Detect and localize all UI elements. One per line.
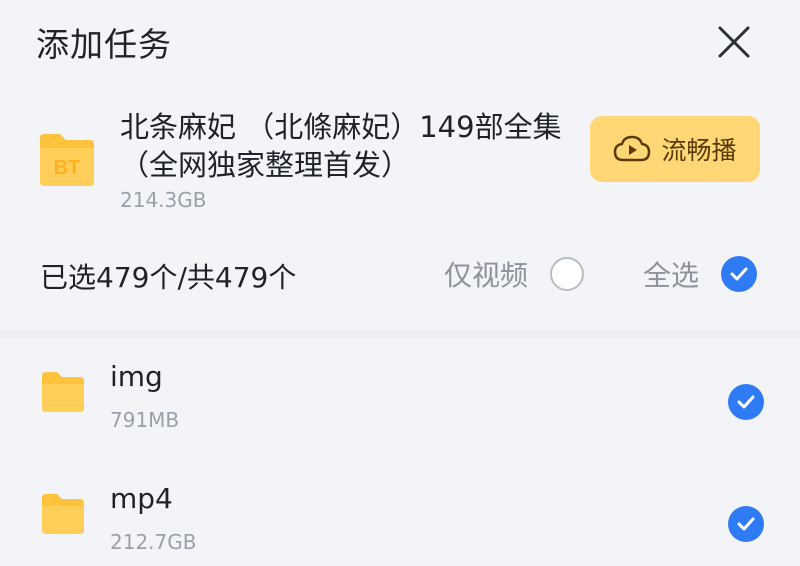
smooth-play-label: 流畅播 [661, 136, 737, 165]
checkmark-icon [730, 267, 748, 281]
file-checkbox[interactable] [728, 384, 764, 420]
file-size: 791MB [110, 408, 180, 432]
folder-icon [40, 490, 86, 536]
checkmark-icon [737, 517, 755, 531]
page-title: 添加任务 [36, 25, 172, 64]
list-item[interactable]: img 791MB [0, 338, 800, 460]
close-icon [718, 26, 750, 58]
checkmark-icon [737, 395, 755, 409]
list-item[interactable]: mp4 212.7GB [0, 460, 800, 566]
file-name: img [110, 360, 163, 393]
file-list: img 791MB mp4 212.7GB [0, 338, 800, 566]
task-card: BT 北条麻妃 （北條麻妃）149部全集（全网独家整理首发） 214.3GB 流… [0, 100, 800, 230]
smooth-play-button[interactable]: 流畅播 [590, 116, 760, 182]
cloud-play-icon [614, 135, 651, 162]
video-only-radio[interactable] [550, 257, 585, 291]
header: 添加任务 [0, 0, 800, 80]
section-divider [0, 330, 800, 338]
bt-folder-icon: BT [36, 128, 98, 190]
file-name: mp4 [110, 482, 173, 515]
video-only-label: 仅视频 [444, 259, 529, 292]
selected-count: 已选479个/共479个 [40, 261, 297, 294]
video-only-toggle[interactable]: 仅视频 [444, 254, 585, 294]
folder-icon [40, 368, 86, 414]
select-all-toggle[interactable]: 全选 [643, 254, 758, 294]
task-size: 214.3GB [120, 188, 207, 212]
file-size: 212.7GB [110, 530, 197, 554]
selection-bar: 已选479个/共479个 仅视频 全选 [0, 240, 800, 310]
select-all-checkbox[interactable] [721, 256, 758, 292]
select-all-label: 全选 [643, 259, 700, 292]
task-name: 北条麻妃 （北條麻妃）149部全集（全网独家整理首发） [120, 110, 562, 182]
bt-badge: BT [54, 157, 81, 179]
close-button[interactable] [712, 20, 756, 64]
file-checkbox[interactable] [728, 506, 764, 542]
